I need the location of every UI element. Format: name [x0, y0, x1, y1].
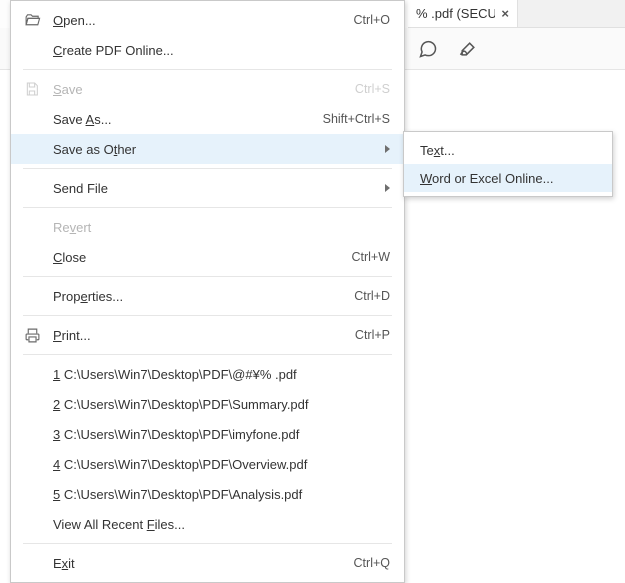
menu-recent-file[interactable]: 5 C:\Users\Win7\Desktop\PDF\Analysis.pdf: [11, 479, 404, 509]
save-as-other-submenu: Text... Word or Excel Online...: [403, 131, 613, 197]
menu-shortcut: Ctrl+P: [355, 328, 390, 342]
menu-separator: [23, 315, 392, 316]
menu-separator: [23, 207, 392, 208]
menu-recent-file[interactable]: 2 C:\Users\Win7\Desktop\PDF\Summary.pdf: [11, 389, 404, 419]
menu-print[interactable]: Print... Ctrl+P: [11, 320, 404, 350]
menu-label: 5 C:\Users\Win7\Desktop\PDF\Analysis.pdf: [43, 487, 302, 502]
menu-shortcut: Shift+Ctrl+S: [323, 112, 390, 126]
print-icon: [21, 327, 43, 344]
menu-save-as[interactable]: Save As... Shift+Ctrl+S: [11, 104, 404, 134]
chevron-right-icon: [385, 184, 390, 192]
close-icon[interactable]: ×: [501, 6, 509, 21]
submenu-text[interactable]: Text...: [404, 136, 612, 164]
menu-label: 2 C:\Users\Win7\Desktop\PDF\Summary.pdf: [43, 397, 309, 412]
menu-label: Exit: [43, 556, 75, 571]
menu-label: Close: [43, 250, 86, 265]
menu-separator: [23, 69, 392, 70]
menu-shortcut: Ctrl+S: [355, 82, 390, 96]
tab-label: % .pdf (SECU...: [416, 6, 495, 21]
menu-save-as-other[interactable]: Save as Other: [11, 134, 404, 164]
menu-label: 3 C:\Users\Win7\Desktop\PDF\imyfone.pdf: [43, 427, 299, 442]
submenu-word-excel-online[interactable]: Word or Excel Online...: [404, 164, 612, 192]
menu-create-pdf-online[interactable]: Create PDF Online...: [11, 35, 404, 65]
menu-label: 1 C:\Users\Win7\Desktop\PDF\@#¥% .pdf: [43, 367, 297, 382]
menu-separator: [23, 354, 392, 355]
menu-separator: [23, 276, 392, 277]
menu-save: Save Ctrl+S: [11, 74, 404, 104]
menu-shortcut: Ctrl+W: [351, 250, 390, 264]
menu-label: Properties...: [43, 289, 123, 304]
menu-label: Create PDF Online...: [43, 43, 174, 58]
menu-label: Open...: [43, 13, 96, 28]
menu-close[interactable]: Close Ctrl+W: [11, 242, 404, 272]
menu-recent-file[interactable]: 1 C:\Users\Win7\Desktop\PDF\@#¥% .pdf: [11, 359, 404, 389]
menu-label: Word or Excel Online...: [420, 171, 553, 186]
folder-open-icon: [21, 12, 43, 29]
menu-label: Print...: [43, 328, 91, 343]
menu-recent-file[interactable]: 3 C:\Users\Win7\Desktop\PDF\imyfone.pdf: [11, 419, 404, 449]
menu-label: Save As...: [43, 112, 112, 127]
menu-separator: [23, 543, 392, 544]
menu-recent-file[interactable]: 4 C:\Users\Win7\Desktop\PDF\Overview.pdf: [11, 449, 404, 479]
menu-shortcut: Ctrl+D: [354, 289, 390, 303]
save-icon: [21, 81, 43, 97]
menu-view-all-recent[interactable]: View All Recent Files...: [11, 509, 404, 539]
document-tab[interactable]: % .pdf (SECU... ×: [408, 0, 518, 28]
menu-shortcut: Ctrl+O: [354, 13, 390, 27]
menu-label: Save: [43, 82, 83, 97]
menu-label: View All Recent Files...: [43, 517, 185, 532]
menu-label: Save as Other: [43, 142, 136, 157]
menu-separator: [23, 168, 392, 169]
menu-label: 4 C:\Users\Win7\Desktop\PDF\Overview.pdf: [43, 457, 307, 472]
comment-icon[interactable]: [414, 35, 442, 63]
chevron-right-icon: [385, 145, 390, 153]
menu-shortcut: Ctrl+Q: [354, 556, 390, 570]
menu-revert: Revert: [11, 212, 404, 242]
menu-properties[interactable]: Properties... Ctrl+D: [11, 281, 404, 311]
menu-label: Send File: [43, 181, 108, 196]
menu-label: Revert: [43, 220, 91, 235]
menu-label: Text...: [420, 143, 455, 158]
menu-exit[interactable]: Exit Ctrl+Q: [11, 548, 404, 578]
menu-send-file[interactable]: Send File: [11, 173, 404, 203]
sign-icon[interactable]: [454, 35, 482, 63]
file-menu: Open... Ctrl+O Create PDF Online... Save…: [10, 0, 405, 583]
menu-open[interactable]: Open... Ctrl+O: [11, 5, 404, 35]
